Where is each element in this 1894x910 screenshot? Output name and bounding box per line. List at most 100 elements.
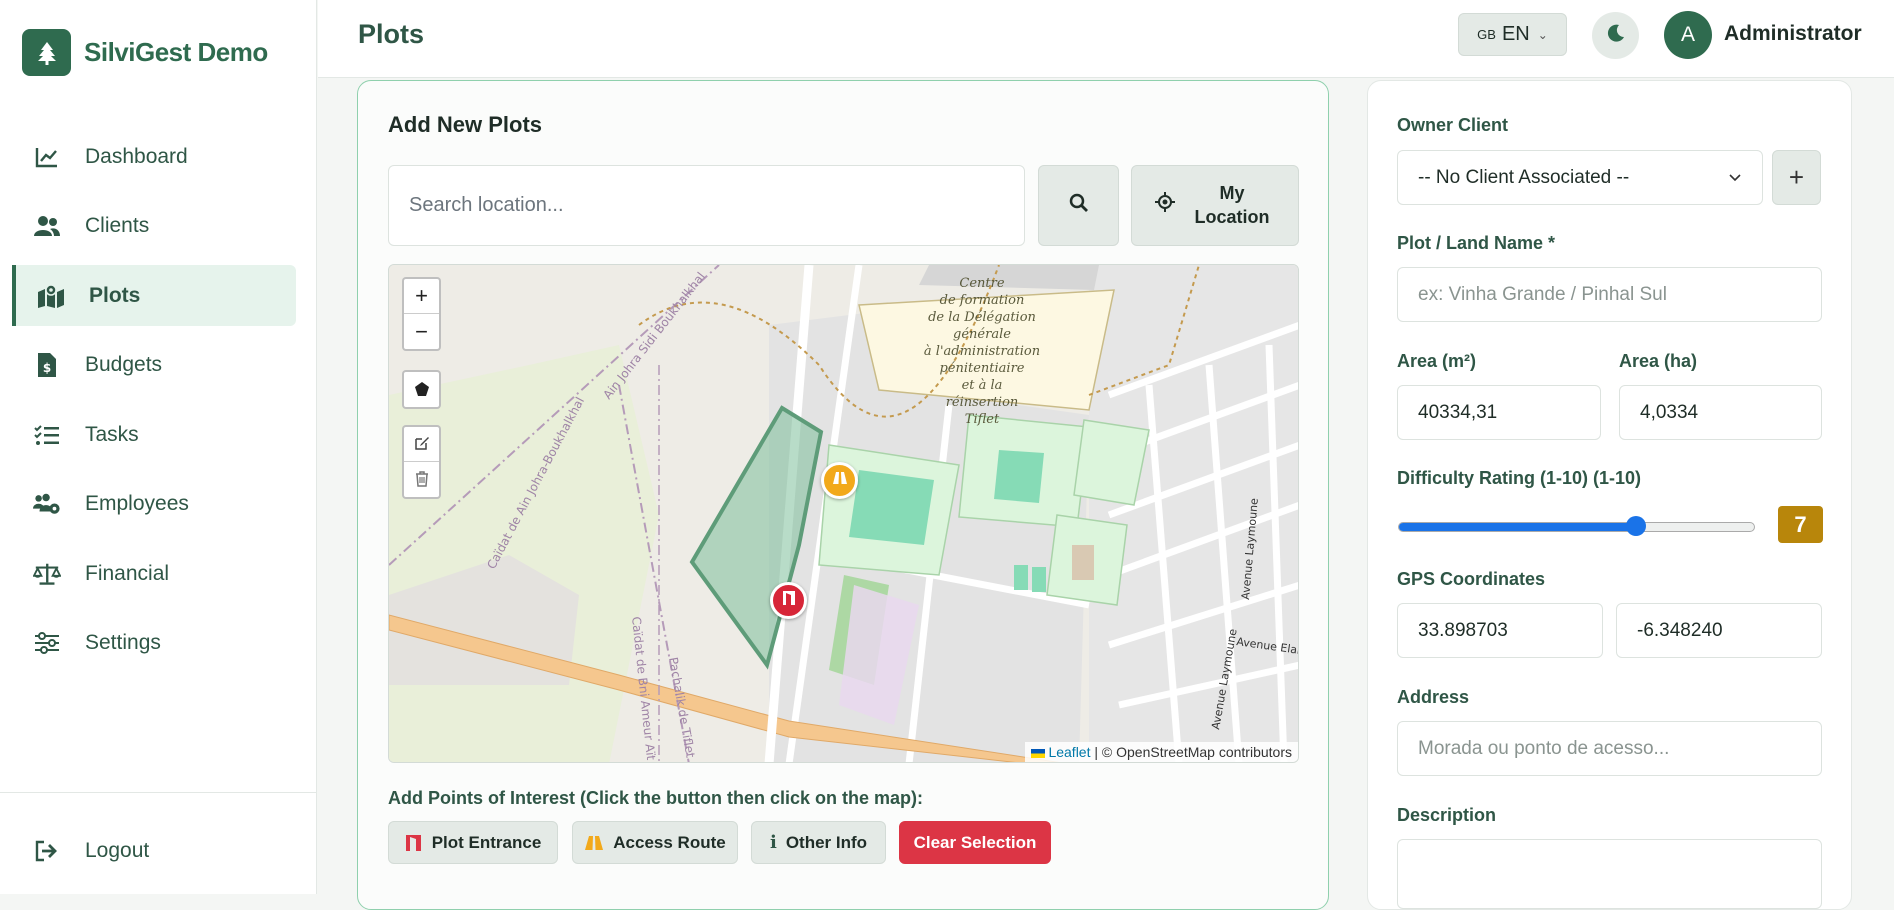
add-plot-card: Add New Plots My Location bbox=[357, 80, 1329, 910]
search-icon bbox=[1069, 193, 1089, 218]
description-textarea[interactable] bbox=[1397, 839, 1822, 909]
brand[interactable]: SilviGest Demo bbox=[22, 29, 268, 76]
sidebar-item-employees[interactable]: Employees bbox=[12, 474, 296, 535]
search-location-input[interactable] bbox=[388, 165, 1025, 246]
slider-fill bbox=[1399, 523, 1637, 531]
building-label-line: Tiflet bbox=[965, 412, 1000, 427]
chart-line-icon bbox=[33, 143, 61, 171]
clear-selection-button[interactable]: Clear Selection bbox=[899, 821, 1051, 864]
sidebar-item-budgets[interactable]: $ Budgets bbox=[12, 335, 296, 396]
area-m2-input[interactable]: 40334,31 bbox=[1397, 385, 1601, 440]
description-label: Description bbox=[1397, 805, 1497, 825]
language-selector[interactable]: GB EN ⌄ bbox=[1458, 13, 1567, 56]
edit-layers-button[interactable] bbox=[404, 427, 439, 462]
card-title: Add New Plots bbox=[388, 112, 543, 137]
avatar[interactable]: A bbox=[1664, 11, 1712, 59]
door-icon bbox=[405, 834, 423, 852]
building-label-line: Centre bbox=[959, 276, 1004, 291]
sidebar-item-settings[interactable]: Settings bbox=[12, 613, 296, 674]
other-info-label: Other Info bbox=[785, 832, 868, 852]
sidebar-item-label: Plots bbox=[89, 283, 141, 307]
list-check-icon bbox=[33, 421, 61, 449]
ukraine-flag-icon bbox=[1030, 748, 1045, 758]
area-ha-input[interactable]: 4,0334 bbox=[1619, 385, 1822, 440]
language-label: EN bbox=[1501, 23, 1530, 45]
latitude-input[interactable]: 33.898703 bbox=[1397, 603, 1603, 658]
add-client-button[interactable]: + bbox=[1772, 150, 1821, 205]
edit-control bbox=[402, 425, 441, 499]
my-location-button[interactable]: My Location bbox=[1131, 165, 1299, 246]
door-icon bbox=[782, 590, 796, 611]
address-label: Address bbox=[1397, 687, 1470, 707]
sliders-icon bbox=[33, 629, 61, 657]
sidebar-item-clients[interactable]: Clients bbox=[12, 196, 296, 257]
longitude-input[interactable]: -6.348240 bbox=[1616, 603, 1822, 658]
sidebar: SilviGest Demo Dashboard Clients Plots $… bbox=[0, 0, 317, 894]
access-route-marker[interactable] bbox=[821, 462, 858, 499]
sidebar-item-plots[interactable]: Plots bbox=[12, 265, 296, 326]
plot-name-input[interactable]: ex: Vinha Grande / Pinhal Sul bbox=[1397, 267, 1822, 322]
brand-name: SilviGest Demo bbox=[84, 37, 268, 67]
road-icon bbox=[584, 835, 604, 851]
crosshair-icon bbox=[1155, 192, 1175, 218]
plot-name-label: Plot / Land Name * bbox=[1397, 233, 1556, 253]
owner-client-select[interactable]: -- No Client Associated -- bbox=[1397, 150, 1763, 205]
edit-icon bbox=[414, 431, 430, 457]
road-label: Pachalik de Tiflet bbox=[666, 656, 698, 759]
plot-details-card: Owner Client -- No Client Associated -- … bbox=[1367, 80, 1852, 910]
theme-toggle-button[interactable] bbox=[1592, 12, 1639, 59]
difficulty-value-badge: 7 bbox=[1778, 506, 1823, 543]
map-labels: Centre de formation de la Délégation gén… bbox=[484, 270, 1299, 762]
slider-thumb[interactable] bbox=[1626, 516, 1646, 536]
owner-client-value: -- No Client Associated -- bbox=[1418, 166, 1630, 188]
area-ha-label: Area (ha) bbox=[1619, 351, 1698, 371]
info-icon: i bbox=[769, 832, 777, 853]
delete-layers-button[interactable] bbox=[404, 462, 439, 497]
difficulty-label: Difficulty Rating (1-10) (1-10) bbox=[1397, 468, 1642, 488]
building-label-line: de formation bbox=[940, 293, 1025, 308]
sidebar-item-dashboard[interactable]: Dashboard bbox=[12, 126, 296, 187]
difficulty-slider[interactable] bbox=[1398, 522, 1755, 532]
building-label-line: de la Délégation bbox=[928, 310, 1036, 325]
building-label: Centre de formation de la Délégation gén… bbox=[924, 276, 1040, 427]
draw-control bbox=[402, 370, 441, 409]
search-button[interactable] bbox=[1038, 165, 1119, 246]
map-location-icon bbox=[37, 282, 65, 310]
road-label: Avenue Laymoune bbox=[1209, 628, 1240, 731]
map[interactable]: Centre de formation de la Délégation gén… bbox=[388, 264, 1299, 763]
plot-entrance-label: Plot Entrance bbox=[431, 832, 542, 852]
map-attribution: Leaflet | © OpenStreetMap contributors bbox=[1024, 742, 1298, 762]
building-label-line: et à la bbox=[962, 378, 1003, 393]
my-location-label: My Location bbox=[1194, 183, 1270, 227]
zoom-in-button[interactable]: + bbox=[404, 279, 439, 314]
zoom-out-button[interactable]: − bbox=[404, 314, 439, 349]
sidebar-item-tasks[interactable]: Tasks bbox=[12, 404, 296, 465]
road-label: Avenue Elar bbox=[1236, 635, 1299, 657]
sidebar-divider bbox=[0, 792, 317, 793]
sidebar-item-label: Employees bbox=[85, 492, 189, 515]
road-label: Ain Johra Sidi Boukhalkhal bbox=[600, 270, 708, 402]
svg-text:$: $ bbox=[43, 361, 51, 375]
address-input[interactable]: Morada ou ponto de acesso... bbox=[1397, 721, 1822, 776]
plot-entrance-marker[interactable] bbox=[770, 582, 807, 619]
page-title: Plots bbox=[358, 19, 425, 49]
scale-icon bbox=[33, 560, 61, 588]
trash-icon bbox=[415, 467, 429, 493]
sidebar-item-financial[interactable]: Financial bbox=[12, 543, 296, 604]
access-route-button[interactable]: Access Route bbox=[572, 821, 738, 864]
plot-entrance-button[interactable]: Plot Entrance bbox=[388, 821, 558, 864]
leaflet-link[interactable]: Leaflet bbox=[1048, 744, 1090, 760]
sidebar-item-label: Dashboard bbox=[85, 144, 188, 168]
chevron-down-icon: ⌄ bbox=[1537, 27, 1548, 42]
topbar: Plots GB EN ⌄ A Administrator bbox=[318, 0, 1894, 78]
sidebar-item-label: Tasks bbox=[85, 422, 139, 446]
draw-polygon-button[interactable] bbox=[404, 372, 439, 407]
user-name[interactable]: Administrator bbox=[1724, 22, 1862, 46]
logout-button[interactable]: Logout bbox=[12, 820, 296, 881]
flag-icon: GB bbox=[1477, 27, 1496, 42]
plus-icon: + bbox=[1788, 162, 1805, 192]
tree-icon bbox=[22, 29, 71, 76]
other-info-button[interactable]: i Other Info bbox=[751, 821, 886, 864]
area-m2-label: Area (m²) bbox=[1397, 351, 1477, 371]
users-gear-icon bbox=[33, 490, 61, 518]
